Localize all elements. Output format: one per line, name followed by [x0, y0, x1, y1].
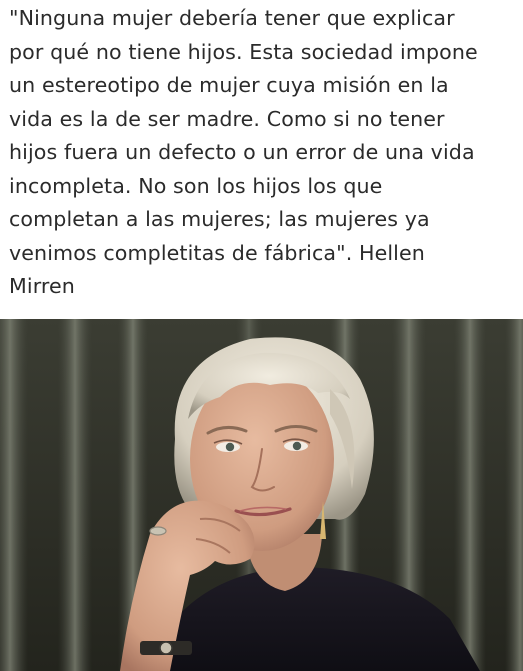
quote-line: por qué no tiene hijos. Esta sociedad im… [9, 39, 478, 64]
quote-line: incompleta. No son los hijos los que [9, 173, 383, 198]
quote-line: hijos fuera un defecto o un error de una… [9, 140, 475, 164]
quote-line: Mirren [9, 274, 75, 298]
quote-line: venimos completitas de fábrica". Hellen [9, 240, 425, 265]
portrait-photo [0, 319, 523, 671]
ring [149, 526, 167, 536]
quote-line: completan a las mujeres; las mujeres ya [9, 207, 430, 231]
portrait-illustration [0, 319, 523, 671]
quote-text: "Ninguna mujer debería tener que explica… [9, 2, 517, 304]
quote-line: vida es la de ser madre. Como si no tene… [9, 106, 445, 131]
quote-line: "Ninguna mujer debería tener que explica… [9, 6, 455, 30]
meme-card: "Ninguna mujer debería tener que explica… [0, 0, 523, 671]
quote-line: un estereotipo de mujer cuya misión en l… [9, 73, 449, 97]
